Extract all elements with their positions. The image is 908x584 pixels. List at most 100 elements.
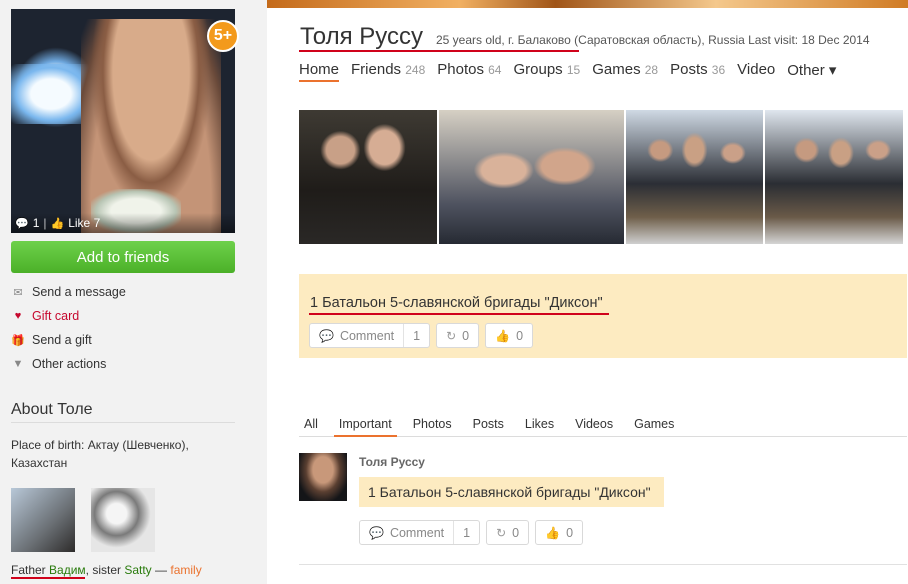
status-comment-button[interactable]: 💬 Comment 1 <box>309 323 431 348</box>
nav-friends[interactable]: Friends 248 <box>351 61 425 82</box>
annotation-underline-name <box>299 50 579 52</box>
share-icon: ↻ <box>446 328 457 343</box>
status-like-button[interactable]: 👍 0 <box>485 323 534 348</box>
nav-friends-label: Friends <box>351 61 402 78</box>
avatar-comment-count[interactable]: 1 <box>33 216 40 230</box>
tab-important[interactable]: Important <box>333 415 397 437</box>
status-like-count: 0 <box>516 328 524 343</box>
gift-card-icon: ♥ <box>14 310 22 322</box>
nav-groups[interactable]: Groups 15 <box>513 61 580 82</box>
tab-games[interactable]: Games <box>629 415 679 437</box>
status-text[interactable]: 1 Батальон 5-славянской бригады "Диксон" <box>310 295 603 311</box>
feed-divider <box>299 564 907 565</box>
father-photo[interactable] <box>11 488 75 552</box>
family-line: Father Вадим, sister Satty — family <box>11 563 202 577</box>
stats-divider: | <box>43 216 47 230</box>
send-message-action[interactable]: ✉ Send a message <box>11 280 126 304</box>
other-actions-label[interactable]: Other actions <box>32 357 106 371</box>
nav-posts-count: 36 <box>711 63 726 77</box>
nav-other[interactable]: Other ▾ <box>787 61 836 82</box>
nav-home-label: Home <box>299 61 340 78</box>
sister-link[interactable]: Satty <box>124 563 151 577</box>
tab-posts[interactable]: Posts <box>468 415 509 437</box>
annotation-underline-family <box>11 577 85 579</box>
nav-photos[interactable]: Photos 64 <box>437 61 501 82</box>
feed-avatar[interactable] <box>299 453 347 501</box>
about-divider <box>11 422 235 423</box>
nav-posts[interactable]: Posts 36 <box>670 61 725 82</box>
envelope-icon: ✉ <box>13 286 23 299</box>
nav-video-label: Video <box>737 61 776 78</box>
send-message-label[interactable]: Send a message <box>32 285 126 299</box>
triangle-down-icon: ▼ <box>12 358 24 370</box>
avatar-like-count[interactable]: Like 7 <box>68 216 100 230</box>
feed-like-button[interactable]: 👍 0 <box>535 520 584 545</box>
tab-photos[interactable]: Photos <box>408 415 457 437</box>
photo-thumbnail[interactable] <box>439 110 624 244</box>
profile-meta: 25 years old, г. Балаково (Саратовская о… <box>436 33 870 47</box>
avatar-tv-glow <box>11 64 91 124</box>
status-share-count: 0 <box>462 328 470 343</box>
family-link[interactable]: family <box>170 563 201 577</box>
status-comment-count: 1 <box>403 324 429 347</box>
feed-share-button[interactable]: ↻ 0 <box>486 520 530 545</box>
photo-thumbnail[interactable] <box>626 110 763 244</box>
gift-icon: 🎁 <box>11 334 25 347</box>
nav-posts-label: Posts <box>670 61 708 78</box>
nav-friends-count: 248 <box>405 63 426 77</box>
five-plus-badge[interactable]: 5+ <box>207 20 239 52</box>
nav-groups-count: 15 <box>566 63 581 77</box>
feed-share-count: 0 <box>512 525 520 540</box>
photo-strip <box>299 110 903 244</box>
cover-strip <box>267 0 908 8</box>
add-to-friends-button[interactable]: Add to friends <box>11 241 235 273</box>
status-box: 1 Батальон 5-славянской бригады "Диксон"… <box>299 274 907 358</box>
family-sep: , sister <box>85 563 125 577</box>
nav-video[interactable]: Video <box>737 61 775 82</box>
gift-card-action[interactable]: ♥ Gift card <box>11 304 126 328</box>
feed-tabs: All Important Photos Posts Likes Videos … <box>299 415 907 437</box>
nav-games[interactable]: Games 28 <box>592 61 658 82</box>
thumb-icon[interactable]: 👍 <box>51 217 65 230</box>
nav-games-count: 28 <box>644 63 659 77</box>
tab-all[interactable]: All <box>299 415 323 437</box>
profile-avatar[interactable] <box>11 9 235 233</box>
annotation-underline-status <box>309 313 609 315</box>
feed-comment-count: 1 <box>453 521 479 544</box>
comment-icon: 💬 <box>319 328 334 343</box>
send-gift-action[interactable]: 🎁 Send a gift <box>11 328 126 352</box>
left-column: 5+ 💬 1 | 👍 Like 7 Add to friends ✉ Send … <box>0 0 267 584</box>
family-dash: — <box>151 563 171 577</box>
tab-likes[interactable]: Likes <box>520 415 559 437</box>
gift-card-label[interactable]: Gift card <box>32 309 79 323</box>
nav-photos-count: 64 <box>488 63 502 77</box>
feed-like-count: 0 <box>566 525 574 540</box>
photo-thumbnail[interactable] <box>299 110 437 244</box>
nav-other-label: Other ▾ <box>787 62 837 79</box>
comment-icon: 💬 <box>369 525 384 540</box>
father-link[interactable]: Вадим <box>49 563 86 577</box>
other-actions-action[interactable]: ▼ Other actions <box>11 352 126 376</box>
feed-actions: 💬 Comment 1 ↻ 0 👍 0 <box>359 520 584 545</box>
feed-comment-button[interactable]: 💬 Comment 1 <box>359 520 481 545</box>
profile-actions: ✉ Send a message ♥ Gift card 🎁 Send a gi… <box>11 280 126 376</box>
profile-nav: Home Friends 248 Photos 64 Groups 15 Gam… <box>299 61 836 82</box>
thumb-icon: 👍 <box>495 328 511 343</box>
tab-videos[interactable]: Videos <box>570 415 618 437</box>
status-actions: 💬 Comment 1 ↻ 0 👍 0 <box>309 323 534 348</box>
share-icon: ↻ <box>496 525 507 540</box>
nav-photos-label: Photos <box>437 61 484 78</box>
family-prefix: Father <box>11 563 50 577</box>
nav-home[interactable]: Home <box>299 61 340 82</box>
sister-photo[interactable] <box>91 488 155 552</box>
photo-thumbnail[interactable] <box>765 110 903 244</box>
feed-status-text[interactable]: 1 Батальон 5-славянской бригады "Диксон" <box>359 477 664 507</box>
nav-games-label: Games <box>592 61 641 78</box>
status-share-button[interactable]: ↻ 0 <box>436 323 480 348</box>
send-gift-label[interactable]: Send a gift <box>32 333 92 347</box>
feed-comment-label: Comment <box>389 525 445 540</box>
feed-author[interactable]: Толя Руссу <box>359 455 425 469</box>
comment-icon[interactable]: 💬 <box>15 217 29 230</box>
thumb-icon: 👍 <box>545 525 561 540</box>
avatar-stats: 💬 1 | 👍 Like 7 <box>11 213 235 233</box>
